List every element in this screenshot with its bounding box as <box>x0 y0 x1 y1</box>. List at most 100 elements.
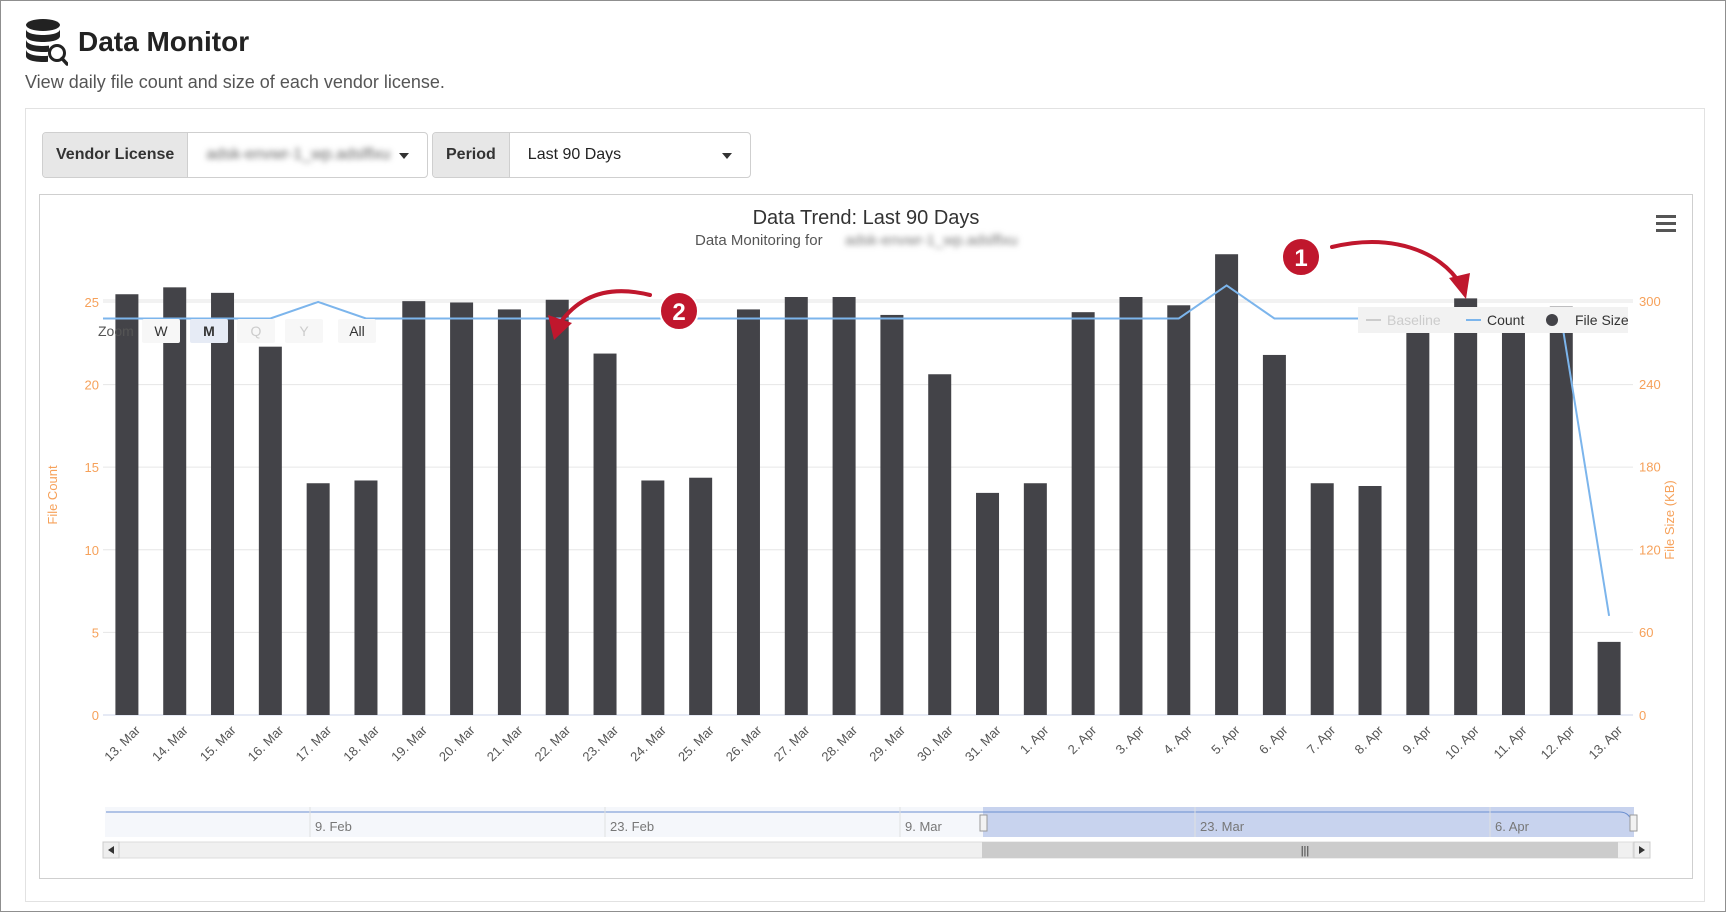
chart-subtitle-value: adsk-envwr-1_wp.adslflxu <box>845 232 1018 249</box>
x-axis-label: 31. Mar <box>962 722 1004 764</box>
left-axis-ticks: 0 5 10 15 20 25 <box>85 295 99 723</box>
arrow-head-icon <box>1449 273 1470 299</box>
x-axis-label: 1. Apr <box>1017 722 1052 757</box>
file-size-bar[interactable] <box>1597 641 1621 715</box>
vendor-license-filter: Vendor License adsk-envwr-1_wp.adslflxu <box>42 132 428 178</box>
file-size-bar[interactable] <box>497 309 521 715</box>
navigator-label: 9. Mar <box>905 819 943 834</box>
file-size-bar[interactable] <box>928 374 952 715</box>
navigator-label: 23. Feb <box>610 819 654 834</box>
x-axis-label: 28. Mar <box>818 722 860 764</box>
file-size-bar[interactable] <box>258 346 282 715</box>
chart-legend: Baseline Count File Size <box>1358 307 1629 333</box>
file-size-bar[interactable] <box>115 294 139 715</box>
vendor-license-value: adsk-envwr-1_wp.adslflxu <box>206 146 391 163</box>
file-size-bar[interactable] <box>1023 483 1047 715</box>
right-axis-tick-label: 120 <box>1639 542 1661 557</box>
svg-text:M: M <box>203 323 215 339</box>
x-axis-label: 4. Apr <box>1160 722 1195 757</box>
file-size-bar[interactable] <box>1454 298 1478 715</box>
navigator-left-handle[interactable] <box>979 814 988 832</box>
svg-text:Count: Count <box>1487 312 1524 328</box>
file-size-bar[interactable] <box>163 287 187 715</box>
x-axis-label: 17. Mar <box>293 722 335 764</box>
file-size-bar[interactable] <box>641 480 665 715</box>
file-size-bar[interactable] <box>736 309 760 715</box>
x-axis-label: 7. Apr <box>1304 722 1339 757</box>
right-axis-ticks: 0 60 120 180 240 300 <box>1639 294 1661 723</box>
file-size-bar[interactable] <box>402 301 426 715</box>
x-axis-label: 2. Apr <box>1065 722 1100 757</box>
navigator-label: 9. Feb <box>315 819 352 834</box>
x-axis-label: 29. Mar <box>866 722 908 764</box>
x-axis-label: 10. Apr <box>1442 722 1482 762</box>
left-axis-tick-label: 5 <box>92 625 99 640</box>
chart-container: 0 5 10 15 20 25 0 60 120 180 240 300 13. Mar 14. Ma… <box>39 194 1693 879</box>
navigator-label: 6. Apr <box>1495 819 1530 834</box>
zoom-button-all[interactable]: All <box>338 319 376 343</box>
hamburger-menu-icon[interactable] <box>1654 213 1678 235</box>
file-size-bar[interactable] <box>1167 305 1191 715</box>
file-size-bar[interactable] <box>784 297 808 715</box>
period-select[interactable]: Last 90 Days <box>510 133 750 177</box>
svg-text:W: W <box>154 323 168 339</box>
x-axis-label: 30. Mar <box>914 722 956 764</box>
file-size-bar[interactable] <box>689 477 713 715</box>
file-size-bar[interactable] <box>1358 485 1382 715</box>
file-size-bar[interactable] <box>354 480 378 715</box>
x-axis-label: 22. Mar <box>532 722 574 764</box>
file-size-bar[interactable] <box>976 492 1000 715</box>
file-size-bar[interactable] <box>1262 354 1286 715</box>
left-axis-tick-label: 15 <box>85 460 99 475</box>
file-size-bar[interactable] <box>1071 312 1095 715</box>
data-trend-chart: 0 5 10 15 20 25 0 60 120 180 240 300 13. Mar 14. Ma… <box>45 207 1678 859</box>
x-axis-label: 3. Apr <box>1112 722 1147 757</box>
right-axis-tick-label: 300 <box>1639 294 1661 309</box>
file-size-bar[interactable] <box>450 302 474 715</box>
svg-text:All: All <box>349 323 365 339</box>
annotation-1: 1 <box>1281 237 1470 299</box>
chart-title: Data Trend: Last 90 Days <box>753 207 980 229</box>
period-label: Period <box>433 133 510 177</box>
file-size-bar[interactable] <box>1310 483 1334 715</box>
x-axis-label: 26. Mar <box>723 722 765 764</box>
navigator: 9. Feb 23. Feb 9. Mar 23. Mar 6. Apr ||| <box>102 807 1651 859</box>
navigator-label: 23. Mar <box>1200 819 1245 834</box>
zoom-button-m[interactable]: M <box>190 319 228 343</box>
file-size-bar[interactable] <box>545 299 569 715</box>
x-axis-label: 13. Apr <box>1585 722 1625 762</box>
navigator-right-handle[interactable] <box>1629 814 1638 832</box>
file-size-bar[interactable] <box>880 314 904 715</box>
vendor-license-select[interactable]: adsk-envwr-1_wp.adslflxu <box>188 133 427 177</box>
chevron-down-icon <box>722 153 732 159</box>
page-subtitle: View daily file count and size of each v… <box>25 72 445 92</box>
file-size-bar[interactable] <box>211 292 235 715</box>
x-axis-label: 11. Apr <box>1491 722 1531 762</box>
chart-subtitle: Data Monitoring for <box>695 232 823 249</box>
file-size-bar[interactable] <box>1215 254 1239 715</box>
x-axis-label: 21. Mar <box>484 722 526 764</box>
annotation-number: 2 <box>672 299 685 326</box>
annotations: 12 <box>548 237 1470 340</box>
left-axis-tick-label: 20 <box>85 378 99 393</box>
x-axis-label: 25. Mar <box>675 722 717 764</box>
zoom-label: Zoom <box>98 323 134 339</box>
right-axis-title: File Size (KB) <box>1662 480 1677 559</box>
database-search-icon <box>26 19 68 66</box>
x-axis-label: 15. Mar <box>197 722 239 764</box>
x-axis-label: 20. Mar <box>436 722 478 764</box>
left-axis-tick-label: 25 <box>85 295 99 310</box>
left-axis-tick-label: 10 <box>85 543 99 558</box>
file-size-bar[interactable] <box>1406 320 1430 715</box>
file-size-bar[interactable] <box>593 353 617 715</box>
period-value: Last 90 Days <box>527 146 622 163</box>
zoom-button-w[interactable]: W <box>142 319 180 343</box>
x-axis-label: 24. Mar <box>627 722 669 764</box>
chart-grid <box>103 299 1633 716</box>
file-size-bar[interactable] <box>1119 297 1143 715</box>
file-size-bar[interactable] <box>832 297 856 715</box>
page-title: Data Monitor <box>78 26 250 57</box>
period-filter: Period Last 90 Days <box>432 132 751 178</box>
file-size-bar[interactable] <box>306 483 330 715</box>
file-size-bar[interactable] <box>1501 309 1525 715</box>
